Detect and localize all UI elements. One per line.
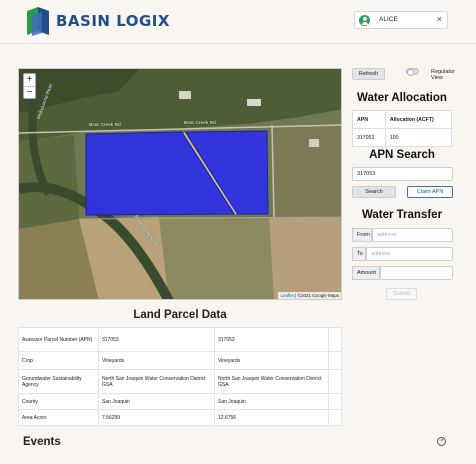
table-cell: 317053 [352,128,386,147]
table-cell: San Joaquin [214,393,329,410]
table-cell [328,369,342,394]
table-row: Assessor Parcel Number (APN) 317053 3170… [18,327,342,352]
table-cell: North San Joaquin Water Conservation Dis… [214,369,329,394]
column-header: Allocation (ACFT) [384,110,453,129]
close-icon[interactable]: × [437,14,442,24]
column-header: APN [352,110,386,129]
table-cell: North San Joaquin Water Conservation Dis… [98,369,215,394]
table-cell: Vineyards [98,351,215,370]
regulator-view-toggle[interactable] [406,68,419,76]
leaflet-link[interactable]: Leaflet [280,293,294,298]
table-row: Groundwater Sustainability Agency North … [18,369,342,394]
scroll-top-icon[interactable]: ⬏ [437,437,446,446]
water-allocation-title: Water Allocation [357,92,447,104]
basin-logix-logo[interactable] [24,5,52,37]
zoom-in-button[interactable]: + [24,74,35,86]
user-menu[interactable]: ALICE × [354,11,448,29]
amount-input[interactable] [380,266,453,280]
table-row: Crop Vineyards Vineyards [18,351,342,370]
table-cell: Vineyards [214,351,329,370]
claim-apn-button[interactable]: Claim APN [407,186,453,198]
refresh-button[interactable]: Refresh [352,68,385,80]
table-cell: 100 [384,128,453,147]
table-row: Area Acres 7.56299 12.6756 [18,409,342,426]
table-row: 317053 100 [352,128,453,147]
land-parcel-title: Land Parcel Data [133,309,227,321]
allocation-table: APN Allocation (ACFT) 317053 100 [352,110,453,147]
amount-label: Amount [352,266,380,280]
table-cell: 317053 [98,327,215,352]
table-cell: County [18,393,99,410]
water-transfer-title: Water Transfer [361,209,443,221]
road-label: Bear Creek Rd [184,121,216,126]
table-cell: 12.6756 [214,409,329,426]
parcel-map[interactable]: Mokelumne River Bear Creek Rd Bear Creek… [18,68,342,300]
table-cell [328,409,342,426]
table-cell: San Joaquin [98,393,215,410]
submit-button[interactable]: Submit [386,288,417,300]
table-cell [328,393,342,410]
apn-search-input[interactable]: 317053 [352,167,453,181]
apn-search-title: APN Search [369,149,435,161]
attribution-text: | ©2021 Google Maps [293,293,339,298]
user-name: ALICE [379,16,398,23]
table-cell [328,327,342,352]
table-cell: Groundwater Sustainability Agency [18,369,99,394]
from-address-input[interactable]: address [372,228,453,242]
map-attribution: Leaflet | ©2021 Google Maps [278,292,341,299]
regulator-view-label: Regulator View [431,69,455,81]
brand-name: BASIN LOGIX [56,12,170,30]
to-address-input[interactable]: address [366,247,453,261]
table-cell: Crop [18,351,99,370]
user-icon [359,15,370,26]
events-title: Events [23,436,61,448]
table-row: County San Joaquin San Joaquin [18,393,342,410]
table-cell: Area Acres [18,409,99,426]
search-button[interactable]: Search [352,186,396,198]
satellite-imagery [19,69,341,299]
from-label: From [352,228,372,242]
road-label: Bear Creek Rd [89,123,121,128]
header: BASIN LOGIX ALICE × [0,0,476,44]
land-parcel-table: Assessor Parcel Number (APN) 317053 3170… [18,327,342,426]
table-cell: Assessor Parcel Number (APN) [18,327,99,352]
zoom-control: + − [23,73,36,99]
table-cell: 317053 [214,327,329,352]
table-cell [328,351,342,370]
table-header-row: APN Allocation (ACFT) [352,110,453,129]
table-cell: 7.56299 [98,409,215,426]
zoom-out-button[interactable]: − [24,86,35,98]
to-label: To [352,247,366,261]
